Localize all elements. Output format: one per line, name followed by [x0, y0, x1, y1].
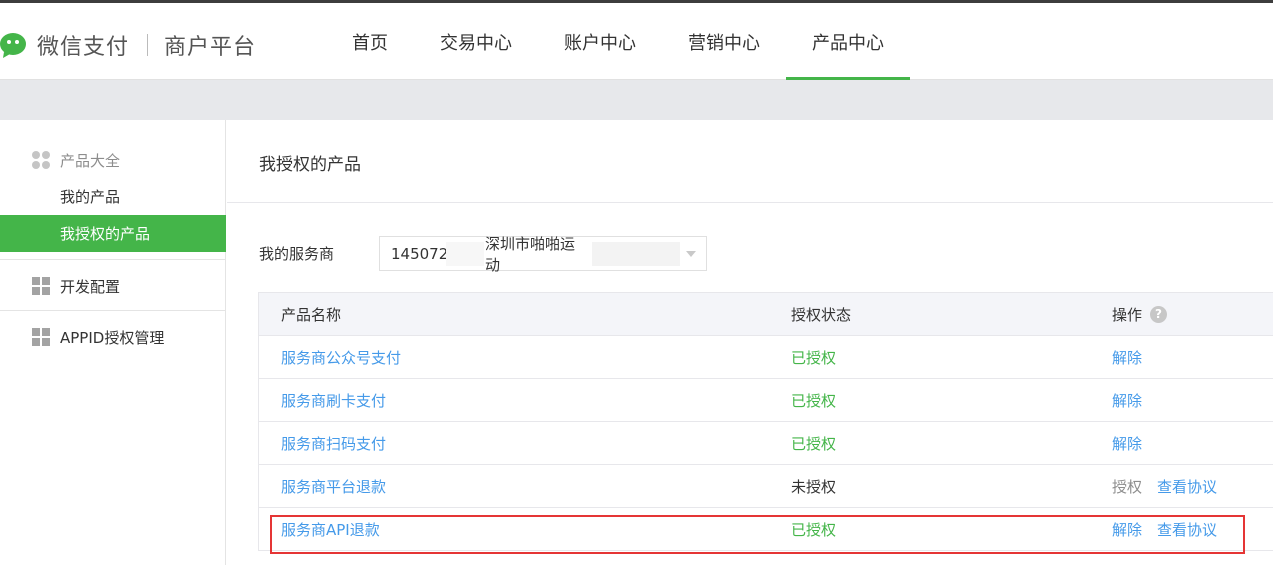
status-badge: 已授权	[791, 391, 837, 410]
product-link[interactable]: 服务商刷卡支付	[281, 392, 386, 410]
product-link[interactable]: 服务商公众号支付	[281, 349, 401, 367]
help-icon[interactable]: ?	[1150, 305, 1168, 323]
main-content: 我授权的产品 我的服务商 145072 深圳市啪啪运动 产品名称 授权状态 操作…	[227, 120, 1273, 565]
product-link[interactable]: 服务商API退款	[281, 521, 380, 539]
view-agreement-link[interactable]: 查看协议	[1157, 519, 1217, 540]
status-badge: 未授权	[791, 477, 837, 496]
nav-products[interactable]: 产品中心	[786, 3, 910, 81]
sidebar-item-label: 开发配置	[60, 277, 121, 296]
product-link[interactable]: 服务商扫码支付	[281, 435, 386, 453]
top-nav: 首页 交易中心 账户中心 营销中心 产品中心	[326, 3, 910, 81]
breadcrumb-bar	[0, 80, 1273, 120]
redaction-mask	[446, 242, 484, 266]
table-row: 服务商平台退款 未授权 授权 查看协议	[259, 465, 1273, 508]
sidebar-item-appid[interactable]: APPID授权管理	[32, 326, 164, 348]
column-header-actions: 操作 ?	[1112, 304, 1272, 325]
sidebar-group-label: 产品大全	[60, 151, 121, 170]
revoke-button[interactable]: 解除	[1112, 347, 1142, 368]
brand-name: 微信支付	[37, 35, 130, 60]
provider-select[interactable]: 145072 深圳市啪啪运动	[379, 235, 707, 274]
sidebar-item-label: 我授权的产品	[60, 225, 151, 243]
provider-name: 深圳市啪啪运动	[485, 234, 576, 274]
header: 微信支付 商户平台 首页 交易中心 账户中心 营销中心 产品中心	[0, 3, 1273, 81]
column-header-status: 授权状态	[791, 305, 852, 324]
table-header: 产品名称 授权状态 操作 ?	[259, 293, 1273, 336]
sidebar-item-label: 我的产品	[60, 188, 121, 206]
authorize-button[interactable]: 授权	[1112, 476, 1142, 497]
grid-icon	[32, 328, 50, 346]
status-badge: 已授权	[791, 434, 837, 453]
chevron-down-icon	[686, 251, 696, 257]
grid-icon	[32, 277, 50, 295]
revoke-button[interactable]: 解除	[1112, 519, 1142, 540]
nav-transactions[interactable]: 交易中心	[414, 3, 538, 80]
platform-name: 商户平台	[164, 35, 257, 60]
logo-separator	[147, 34, 149, 56]
view-agreement-link[interactable]: 查看协议	[1157, 476, 1217, 497]
sidebar-divider	[0, 310, 226, 311]
sidebar-divider	[0, 259, 226, 260]
nav-account[interactable]: 账户中心	[538, 3, 662, 80]
revoke-button[interactable]: 解除	[1112, 390, 1142, 411]
sidebar: 产品大全 我的产品 我授权的产品 开发配置 APPID授权管理	[0, 120, 226, 565]
table-row: 服务商公众号支付 已授权 解除	[259, 336, 1273, 379]
table-row: 服务商扫码支付 已授权 解除	[259, 422, 1273, 465]
status-badge: 已授权	[791, 520, 837, 539]
table-row: 服务商API退款 已授权 解除 查看协议	[259, 508, 1273, 551]
column-header-name: 产品名称	[281, 305, 342, 324]
page-title: 我授权的产品	[259, 155, 361, 175]
product-link[interactable]: 服务商平台退款	[281, 478, 386, 496]
redaction-mask	[592, 242, 680, 266]
wechat-logo-icon	[0, 30, 30, 60]
apps-circles-icon	[32, 151, 50, 169]
table-row: 服务商刷卡支付 已授权 解除	[259, 379, 1273, 422]
sidebar-item-dev-config[interactable]: 开发配置	[32, 275, 120, 297]
status-badge: 已授权	[791, 348, 837, 367]
title-divider	[227, 202, 1273, 203]
sidebar-item-my-products[interactable]: 我的产品	[0, 178, 226, 215]
sidebar-group-products[interactable]: 产品大全	[32, 149, 120, 171]
provider-label: 我的服务商	[259, 245, 335, 263]
column-header-actions-label: 操作	[1112, 305, 1143, 324]
revoke-button[interactable]: 解除	[1112, 433, 1142, 454]
products-table: 产品名称 授权状态 操作 ? 服务商公众号支付 已授权 解除 服务商刷卡支付 已…	[258, 292, 1273, 551]
sidebar-item-label: APPID授权管理	[60, 328, 165, 347]
logo[interactable]: 微信支付 商户平台	[0, 25, 256, 65]
sidebar-item-authorized-products[interactable]: 我授权的产品	[0, 215, 226, 252]
nav-marketing[interactable]: 营销中心	[662, 3, 786, 80]
nav-home[interactable]: 首页	[326, 3, 414, 80]
